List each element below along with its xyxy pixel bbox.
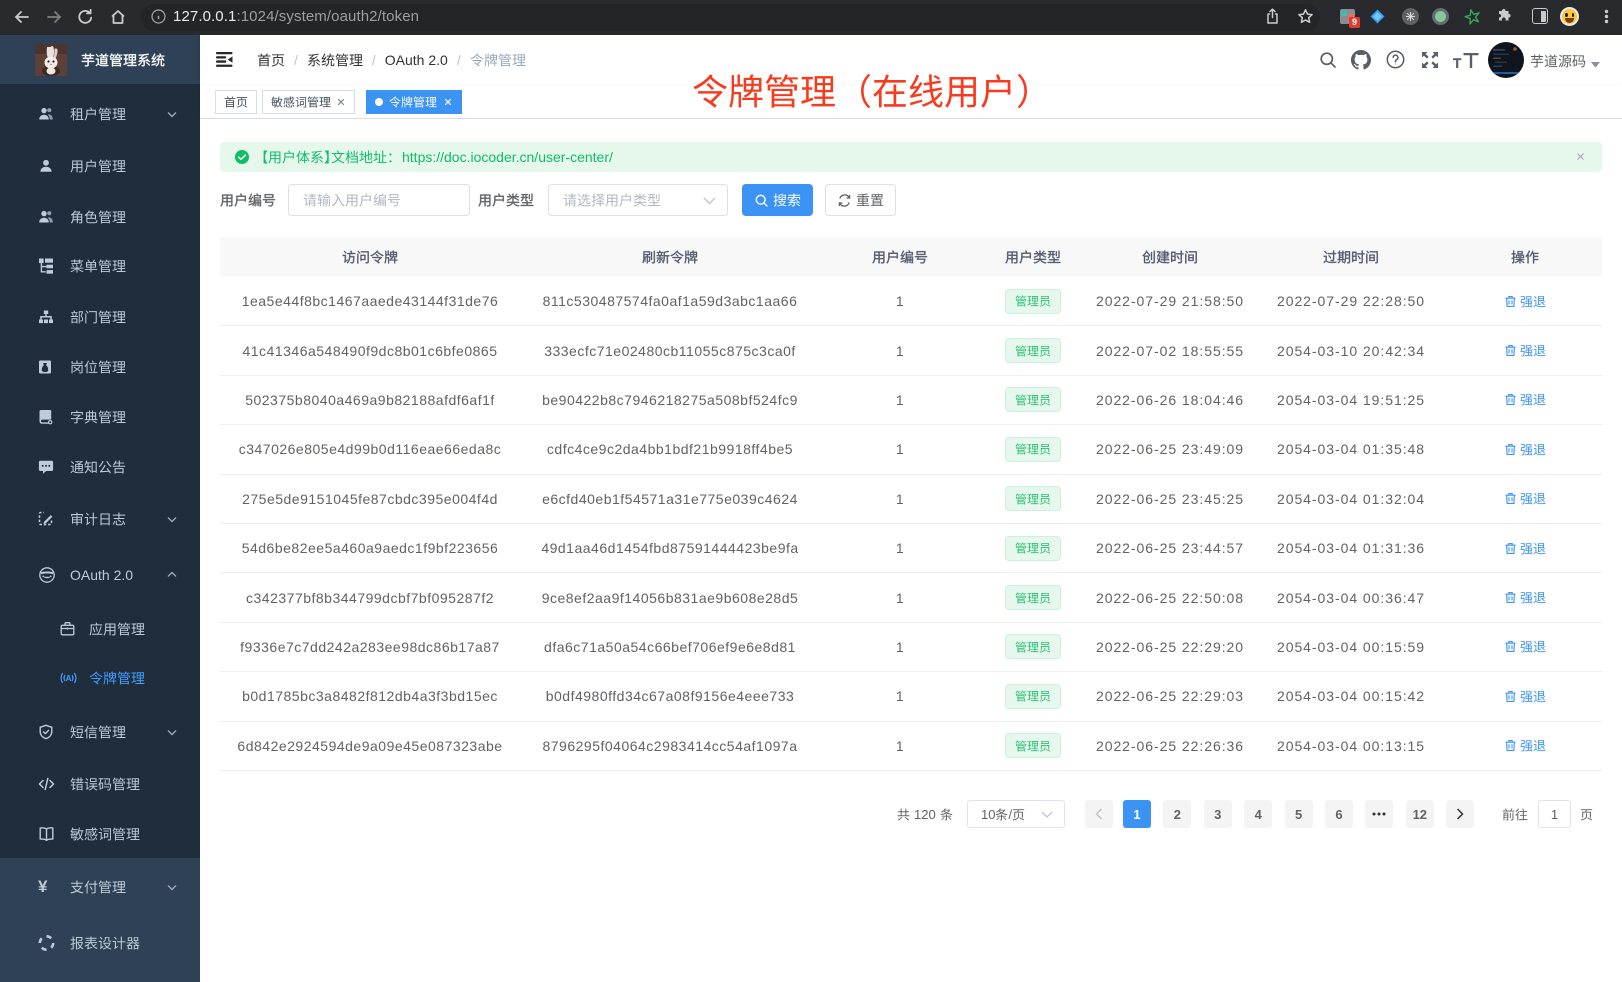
svg-text:A: A: [66, 674, 72, 683]
